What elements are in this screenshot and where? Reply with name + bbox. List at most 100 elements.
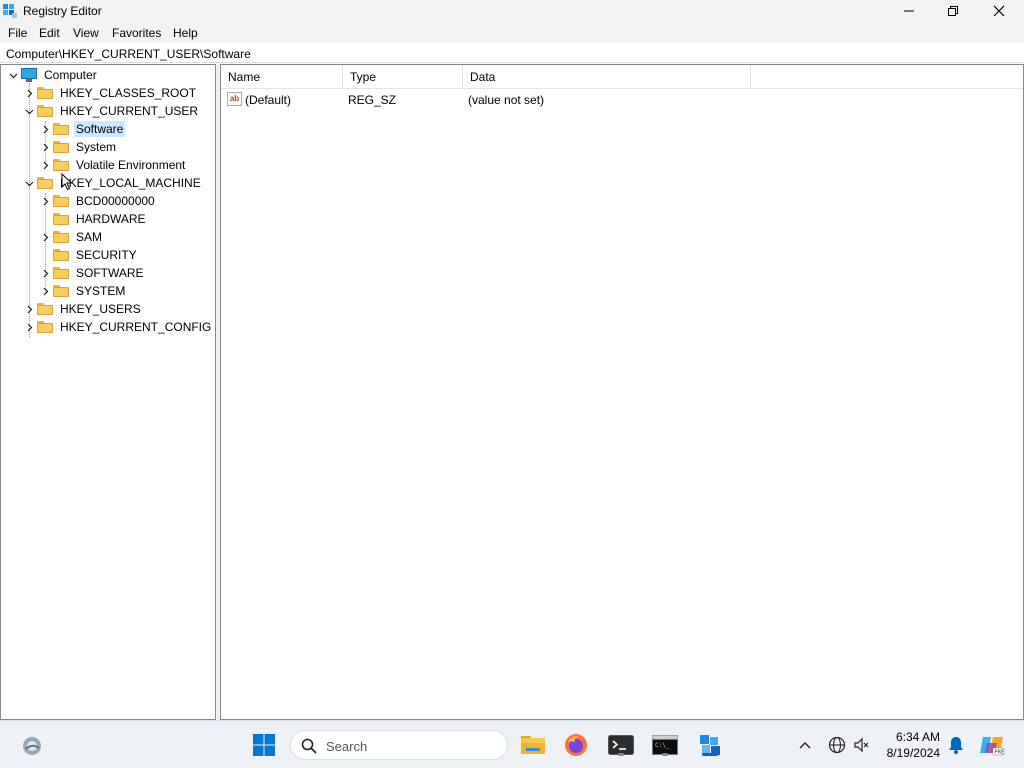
expand-chevron-icon[interactable] (37, 228, 53, 246)
string-value-icon: ab (227, 92, 242, 106)
tree-node-computer[interactable]: Computer (5, 66, 99, 84)
folder-icon (53, 230, 69, 244)
values-list[interactable]: Name Type Data ab (Default) REG_SZ (valu… (220, 64, 1024, 720)
collapse-chevron-icon[interactable] (5, 66, 21, 84)
expand-chevron-icon[interactable] (21, 84, 37, 102)
expand-chevron-icon[interactable] (37, 156, 53, 174)
value-data: (value not set) (468, 93, 545, 107)
tree-node-hkey-users[interactable]: HKEY_USERS (21, 300, 143, 318)
tree-connector (29, 83, 30, 337)
folder-icon (37, 302, 53, 316)
running-indicator (662, 753, 668, 756)
window-title: Registry Editor (23, 4, 102, 18)
column-header-data[interactable]: Data (463, 65, 751, 89)
tree-node-hkey-current-config[interactable]: HKEY_CURRENT_CONFIG (21, 318, 213, 336)
expand-chevron-icon[interactable] (37, 138, 53, 156)
value-type: REG_SZ (348, 93, 397, 107)
restore-button[interactable] (930, 0, 976, 22)
firefox-icon (565, 734, 587, 756)
address-bar[interactable]: Computer\HKEY_CURRENT_USER\Software (0, 43, 1024, 63)
command-prompt-icon: C:\_ (652, 735, 678, 755)
expand-chevron-icon[interactable] (37, 192, 53, 210)
copilot-button[interactable]: PRE (978, 732, 1006, 758)
folder-icon (53, 248, 69, 262)
collapse-chevron-icon[interactable] (21, 102, 37, 120)
tree-node-label: SOFTWARE (76, 266, 144, 280)
clock-date: 8/19/2024 (886, 746, 940, 760)
clock[interactable]: 6:34 AM 8/19/2024 (887, 729, 940, 761)
tree-node-software-hklm[interactable]: SOFTWARE (37, 264, 146, 282)
tree-node-label: HARDWARE (76, 212, 146, 226)
menu-help[interactable]: Help (173, 26, 198, 40)
tree-node-software[interactable]: Software (37, 120, 126, 138)
expand-chevron-icon[interactable] (21, 300, 37, 318)
menu-bar: File Edit View Favorites Help (0, 22, 1024, 43)
tree-node-system[interactable]: System (37, 138, 118, 156)
tree-node-hardware[interactable]: HARDWARE (37, 210, 148, 228)
tree-node-volatile-environment[interactable]: Volatile Environment (37, 156, 187, 174)
firefox-button[interactable] (562, 731, 590, 759)
tree-node-label: HKEY_USERS (60, 302, 141, 316)
tree-node-label: Computer (44, 68, 97, 82)
tree-node-label: HKEY_CURRENT_CONFIG (60, 320, 212, 334)
tree-node-label: BCD00000000 (76, 194, 155, 208)
network-button[interactable] (826, 734, 848, 756)
tree-node-label: SECURITY (76, 248, 137, 262)
tree-node-system-hklm[interactable]: SYSTEM (37, 282, 127, 300)
folder-icon (53, 140, 69, 154)
notifications-button[interactable] (946, 735, 966, 755)
expand-chevron-icon[interactable] (21, 318, 37, 336)
tree-node-label: SYSTEM (76, 284, 126, 298)
tree-node-hkey-local-machine[interactable]: HKEY_LOCAL_MACHINE (21, 174, 203, 192)
list-header: Name Type Data (221, 65, 1023, 89)
tree-node-label: Software (74, 121, 126, 137)
column-header-name[interactable]: Name (221, 65, 343, 89)
widgets-button[interactable] (18, 733, 46, 757)
menu-favorites[interactable]: Favorites (112, 26, 161, 40)
key-tree[interactable]: Computer HKEY_CLASSES_ROOT HKEY_CURRENT_… (0, 64, 216, 720)
computer-icon (21, 68, 37, 82)
registry-editor-taskbar-button[interactable] (695, 731, 725, 759)
expand-chevron-icon[interactable] (37, 264, 53, 282)
registry-editor-icon (3, 4, 17, 18)
minimize-button[interactable] (886, 0, 932, 22)
taskbar-search[interactable]: Search (290, 730, 508, 760)
show-hidden-icons-button[interactable] (795, 735, 815, 755)
column-header-type[interactable]: Type (343, 65, 463, 89)
start-icon (253, 734, 275, 756)
expand-chevron-icon[interactable] (37, 120, 53, 138)
start-button[interactable] (250, 731, 278, 759)
folder-icon (37, 104, 53, 118)
mouse-cursor-icon (61, 173, 73, 191)
menu-file[interactable]: File (8, 26, 27, 40)
address-path[interactable]: Computer\HKEY_CURRENT_USER\Software (6, 47, 251, 61)
folder-icon (53, 212, 69, 226)
sound-off-icon (854, 737, 869, 753)
menu-view[interactable]: View (73, 26, 99, 40)
expand-chevron-icon[interactable] (37, 282, 53, 300)
tree-node-bcd[interactable]: BCD00000000 (37, 192, 157, 210)
active-indicator (702, 753, 718, 756)
volume-button[interactable] (851, 734, 873, 756)
list-item[interactable]: ab (Default) REG_SZ (value not set) (221, 90, 1023, 110)
file-explorer-button[interactable] (519, 731, 547, 759)
taskbar: Search C:\_ 6:34 AM 8/19/2024 PRE (0, 720, 1024, 768)
menu-edit[interactable]: Edit (39, 26, 60, 40)
folder-icon (53, 122, 69, 136)
tree-node-sam[interactable]: SAM (37, 228, 104, 246)
collapse-chevron-icon[interactable] (21, 174, 37, 192)
value-name: (Default) (245, 93, 292, 107)
folder-icon (37, 86, 53, 100)
tree-node-security[interactable]: SECURITY (37, 246, 139, 264)
command-prompt-button[interactable]: C:\_ (650, 731, 680, 759)
folder-icon (53, 284, 69, 298)
close-button[interactable] (976, 0, 1022, 22)
tree-node-label: SAM (76, 230, 103, 244)
tree-node-hkey-classes-root[interactable]: HKEY_CLASSES_ROOT (21, 84, 198, 102)
tree-node-hkey-current-user[interactable]: HKEY_CURRENT_USER (21, 102, 200, 120)
search-placeholder: Search (326, 739, 368, 754)
folder-icon (37, 320, 53, 334)
terminal-button[interactable] (606, 731, 636, 759)
